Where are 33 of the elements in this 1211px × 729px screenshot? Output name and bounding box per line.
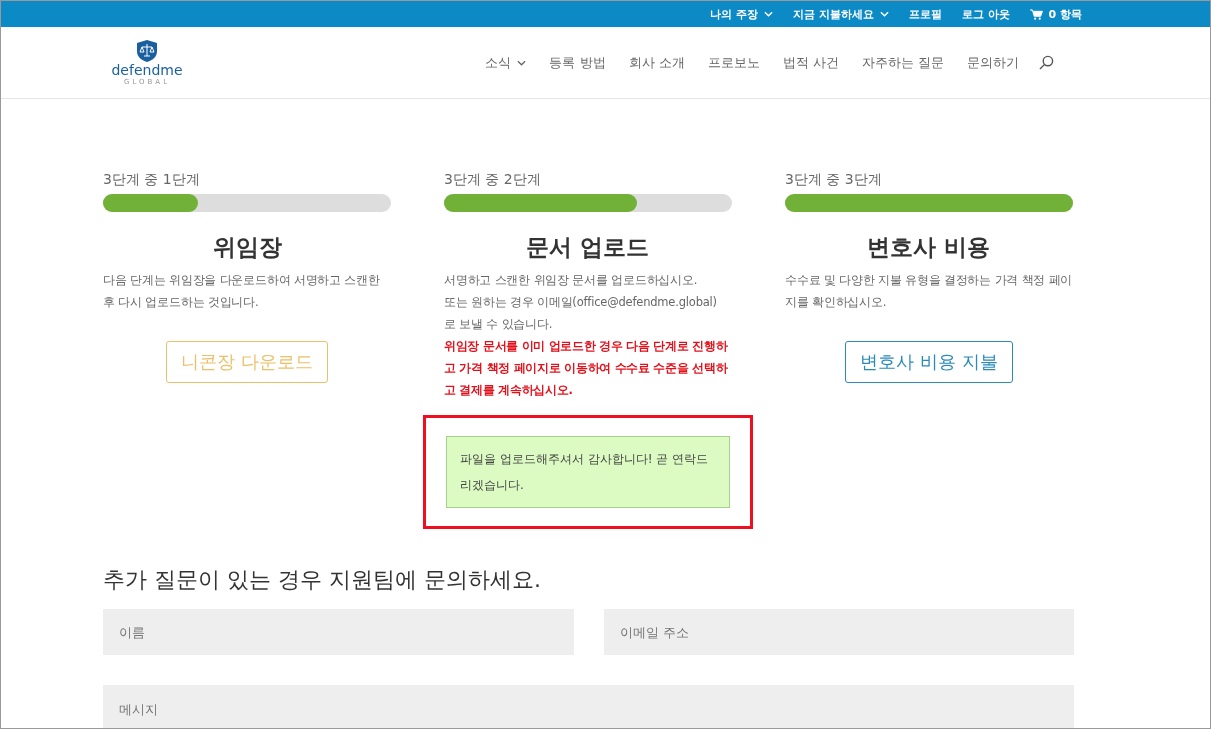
nav-link[interactable]: 프로보노 (707, 53, 760, 72)
nav-link[interactable]: 법적 사건 (782, 53, 839, 72)
message-field[interactable]: 메시지 (103, 685, 1074, 728)
shield-scales-icon (136, 39, 158, 63)
cart-icon (1029, 8, 1043, 20)
nav-link[interactable]: 회사 소개 (628, 53, 685, 72)
step-title: 문서 업로드 (525, 233, 651, 262)
input-field[interactable]: 이메일 주소 (603, 609, 1074, 655)
step-description: 또는 원하는 경우 이메일(office@defendme.global) 로 보낼 수 있습니다. (444, 294, 718, 333)
warning-note: 위임장 문서를 이미 업로드한 경우 다음 단계로 진행하고 가격 책정 페이지로 이동하여 수수료 수준을 선택하고 결제를 계속하십시오. (444, 338, 729, 399)
contact-heading: 추가 질문이 있는 경우 지원팀에 문의하세요. (103, 566, 542, 594)
step-description: 수수료 및 다양한 지불 유형을 결정하는 가격 책정 페이지를 확인하십시오. (785, 272, 1073, 311)
nav-link[interactable]: 소식 (485, 53, 527, 72)
step-title: 위임장 (211, 233, 283, 262)
account-menu-link[interactable]: 나의 주장 (710, 6, 773, 22)
input-field[interactable]: 이름 (103, 609, 574, 655)
account-menu-link[interactable]: 로그 아웃 (961, 6, 1010, 22)
nav-link[interactable]: 등록 방법 (549, 53, 606, 72)
cart-link[interactable]: 0 항목 (1029, 6, 1082, 22)
step-description: 서명하고 스캔한 위임장 문서를 업로드하십시오. (444, 272, 699, 289)
search-icon[interactable] (1039, 55, 1054, 70)
nav-link[interactable]: 자주하는 질문 (861, 53, 944, 72)
nav-link[interactable]: 문의하기 (967, 53, 1019, 72)
step-title: 변호사 비용 (866, 233, 992, 262)
success-message: 파일을 업로드해주셔서 감사합니다! 곧 연락드리겠습니다. (446, 436, 730, 508)
step-progress-label: 3단계 중 1단계 (103, 171, 201, 189)
step-description: 다음 단계는 위임장을 다운로드하여 서명하고 스캔한 후 다시 업로드하는 것입니다. (103, 272, 381, 311)
step-progress-label: 3단계 중 3단계 (785, 171, 883, 189)
step-progress-label: 3단계 중 2단계 (444, 171, 542, 189)
account-menu-link[interactable]: 지금 지불하세요 (792, 6, 889, 22)
account-menu-link[interactable]: 프로필 (908, 6, 942, 22)
step-action-button[interactable]: 변호사 비용 지불 (845, 341, 1013, 383)
logo-wordmark: defendme (111, 63, 183, 78)
